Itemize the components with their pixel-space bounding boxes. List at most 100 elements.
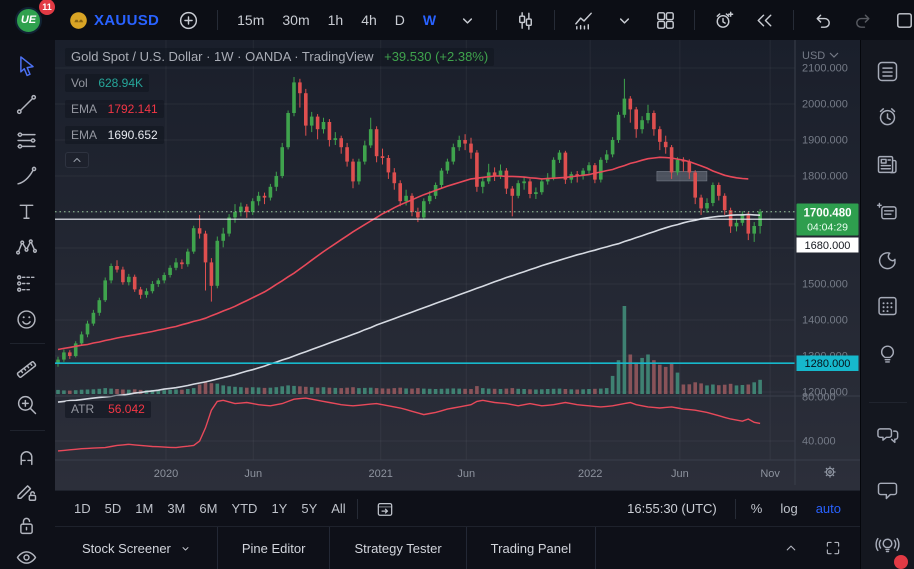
redo-icon — [852, 9, 875, 32]
text-tool-icon — [13, 198, 43, 225]
redo-button[interactable] — [847, 5, 880, 36]
svg-text:1800.000: 1800.000 — [802, 171, 848, 183]
fib-retracement-tool-button[interactable] — [13, 126, 43, 154]
divider — [496, 10, 497, 30]
lock-all-icon — [13, 512, 43, 539]
svg-text:Jun: Jun — [457, 468, 475, 480]
group-chat-panel-button[interactable] — [874, 420, 904, 448]
clock[interactable]: 16:55:30 (UTC) — [617, 501, 727, 516]
range-button-All[interactable]: All — [324, 497, 352, 520]
chart-style-button[interactable] — [509, 5, 542, 36]
forecast-tool-button[interactable] — [13, 269, 43, 297]
create-alert-button[interactable] — [707, 5, 740, 36]
ruler-tool-button[interactable] — [13, 355, 43, 383]
drawing-lock-tool-button[interactable] — [13, 477, 43, 505]
interval-button-D[interactable]: D — [388, 8, 412, 32]
percent-scale-button[interactable]: % — [744, 497, 770, 520]
atr-label: ATR — [71, 402, 94, 416]
interval-button-15m[interactable]: 15m — [230, 8, 271, 32]
fib-retracement-icon — [13, 127, 43, 154]
magnet-tool-button[interactable] — [13, 442, 43, 470]
brush-tool-button[interactable] — [13, 162, 43, 190]
bar-replay-button[interactable] — [748, 5, 781, 36]
range-button-6M[interactable]: 6M — [192, 497, 224, 520]
home-logo-button[interactable]: UE 11 — [10, 3, 47, 38]
range-button-3M[interactable]: 3M — [160, 497, 192, 520]
range-button-5D[interactable]: 5D — [98, 497, 129, 520]
go-to-date-icon — [375, 499, 395, 519]
text-notes-panel-button[interactable] — [874, 198, 904, 226]
watchlist-panel-button[interactable] — [874, 57, 904, 85]
layout-templates-button[interactable] — [649, 5, 682, 36]
legend-collapse-button[interactable] — [65, 152, 89, 168]
auto-scale-button[interactable]: auto — [809, 497, 848, 520]
alarm-panel-button[interactable] — [874, 102, 904, 130]
range-button-5Y[interactable]: 5Y — [294, 497, 324, 520]
news-panel-button[interactable] — [874, 150, 904, 178]
watchlist-icon — [874, 58, 904, 85]
interval-button-W[interactable]: W — [416, 8, 443, 32]
interval-button-4h[interactable]: 4h — [354, 8, 384, 32]
ema-slow-legend-row[interactable]: EMA 1690.652 — [65, 126, 494, 144]
symbol-button[interactable]: XAUUSD — [63, 6, 164, 35]
tab-strategy-tester[interactable]: Strategy Tester — [330, 527, 466, 569]
interval-switcher: 15m30m1h4hDW — [230, 8, 443, 32]
lightbulb-panel-button[interactable] — [874, 339, 904, 367]
go-to-date-button[interactable] — [368, 495, 402, 523]
emoji-tool-button[interactable] — [13, 305, 43, 333]
streams-panel-button[interactable] — [874, 530, 904, 558]
zoom-in-tool-button[interactable] — [13, 390, 43, 418]
top-toolbar: UE 11 XAUUSD 15m30m1h4hDW We — [0, 0, 914, 40]
xabcd-pattern-tool-button[interactable] — [13, 233, 43, 261]
trend-line-tool-button[interactable] — [13, 90, 43, 118]
candles-icon — [514, 9, 537, 32]
compare-add-button[interactable] — [172, 5, 205, 36]
tab-pine-editor[interactable]: Pine Editor — [218, 527, 331, 569]
cursor-tool-button[interactable] — [13, 52, 43, 80]
hotlists-panel-button[interactable] — [874, 246, 904, 274]
range-button-1Y[interactable]: 1Y — [264, 497, 294, 520]
lightbulb-icon — [874, 340, 904, 367]
lock-all-tool-button[interactable] — [13, 511, 43, 539]
indicators-templates-button[interactable] — [608, 5, 641, 36]
atr-legend-row[interactable]: ATR56.042 — [65, 401, 151, 418]
log-scale-button[interactable]: log — [773, 497, 804, 520]
magnet-icon — [13, 443, 43, 470]
svg-text:2022: 2022 — [578, 468, 602, 480]
zoom-in-icon — [13, 391, 43, 418]
notification-badge: 11 — [39, 0, 55, 15]
open-panel-button[interactable] — [780, 537, 802, 559]
divider — [793, 10, 794, 30]
gold-coin-icon — [68, 10, 89, 31]
range-button-YTD[interactable]: YTD — [224, 497, 264, 520]
drawing-toolbar — [0, 40, 55, 569]
tab-stock-screener[interactable]: Stock Screener — [57, 527, 218, 569]
svg-text:Jun: Jun — [244, 468, 262, 480]
alert-plus-icon — [712, 9, 735, 32]
symbol-name: XAUUSD — [94, 12, 159, 29]
range-button-1M[interactable]: 1M — [128, 497, 160, 520]
indicators-button[interactable] — [567, 5, 600, 36]
interval-button-1h[interactable]: 1h — [321, 8, 351, 32]
svg-text:2020: 2020 — [154, 468, 178, 480]
hide-all-tool-button[interactable] — [13, 543, 43, 569]
range-button-1D[interactable]: 1D — [67, 497, 98, 520]
divider — [217, 10, 218, 30]
chat-panel-button[interactable] — [874, 475, 904, 503]
bottom-range-toolbar: 1D5D1M3M6MYTD1Y5YAll 16:55:30 (UTC) % lo… — [55, 490, 860, 526]
interval-more-button[interactable] — [451, 5, 484, 36]
current-price-badge: 1700.48004:04:29 — [797, 204, 859, 236]
undo-button[interactable] — [806, 5, 839, 36]
ema-fast-legend-row[interactable]: EMA 1792.141 — [65, 100, 494, 118]
volume-legend-row[interactable]: Vol 628.94K — [65, 74, 494, 92]
calendar-panel-button[interactable] — [874, 291, 904, 319]
chart-area[interactable]: USD2100.0002000.0001900.0001800.0001700.… — [55, 40, 860, 490]
select-layout-button[interactable] — [888, 5, 914, 36]
tab-trading-panel[interactable]: Trading Panel — [467, 527, 596, 569]
text-tool-tool-button[interactable] — [13, 197, 43, 225]
interval-button-30m[interactable]: 30m — [275, 8, 316, 32]
svg-text:04:04:29: 04:04:29 — [807, 222, 848, 234]
chevron-up-icon — [782, 539, 800, 557]
symbol-legend-row[interactable]: Gold Spot / U.S. Dollar · 1W · OANDA · T… — [65, 48, 494, 66]
maximize-panel-button[interactable] — [822, 537, 844, 559]
